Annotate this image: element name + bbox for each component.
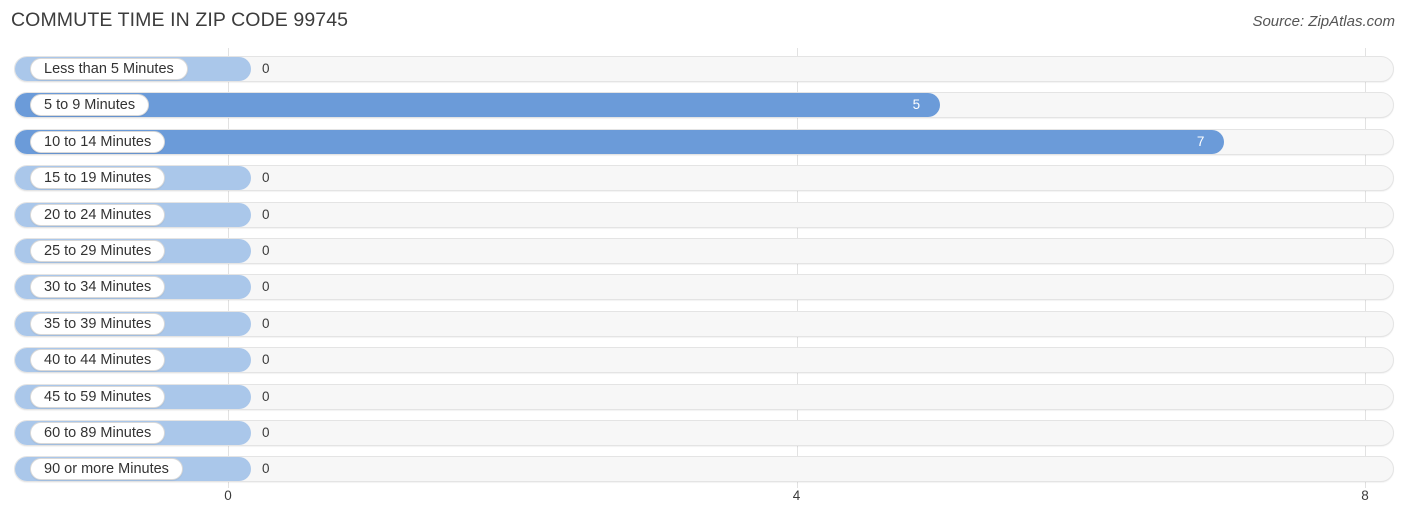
page-title: COMMUTE TIME IN ZIP CODE 99745 — [11, 9, 349, 31]
bar-category-label: 30 to 34 Minutes — [30, 276, 166, 299]
bar-value-label: 0 — [262, 315, 270, 331]
commute-time-bar-chart: COMMUTE TIME IN ZIP CODE 99745 Source: Z… — [0, 0, 1406, 524]
bar-row[interactable]: 20 to 24 Minutes 0 — [14, 201, 1394, 228]
x-axis-tick-label: 4 — [792, 488, 801, 503]
bar-category-label: 20 to 24 Minutes — [30, 203, 166, 226]
bar-category-label: Less than 5 Minutes — [30, 58, 188, 80]
bar-value-label: 5 — [912, 97, 921, 113]
bar-value-label: 0 — [262, 61, 270, 76]
bar-category-label: 40 to 44 Minutes — [30, 349, 166, 372]
bar-value-label: 0 — [262, 461, 270, 477]
bar-fill — [15, 93, 940, 118]
bar-category-label: 5 to 9 Minutes — [30, 94, 150, 117]
bar-value-label: 7 — [1196, 133, 1205, 149]
plot-area: Less than 5 Minutes 0 5 to 9 Minutes 5 10 to… — [0, 48, 1406, 488]
bar-value-label: 0 — [262, 170, 270, 186]
bar-value-label: 0 — [262, 279, 270, 295]
bar-row[interactable]: 5 to 9 Minutes 5 — [14, 92, 1394, 119]
bar-row[interactable]: 15 to 19 Minutes 0 — [14, 165, 1394, 192]
bar-row[interactable]: 45 to 59 Minutes 0 — [14, 383, 1394, 410]
bar-category-label: 35 to 39 Minutes — [30, 312, 166, 335]
bar-row[interactable]: 30 to 34 Minutes 0 — [14, 274, 1394, 301]
bar-row[interactable]: 10 to 14 Minutes 7 — [14, 128, 1394, 155]
bar-fill — [15, 129, 1224, 154]
bar-row[interactable]: Less than 5 Minutes 0 — [14, 56, 1394, 82]
bar-row[interactable]: 60 to 89 Minutes 0 — [14, 420, 1394, 446]
x-axis-tick-label: 8 — [1361, 488, 1369, 503]
bar-category-label: 25 to 29 Minutes — [30, 240, 166, 262]
bar-category-label: 10 to 14 Minutes — [30, 130, 166, 153]
bar-value-label: 0 — [262, 206, 270, 222]
bar-category-label: 45 to 59 Minutes — [30, 385, 166, 408]
bar-category-label: 15 to 19 Minutes — [30, 167, 166, 190]
bar-category-label: 60 to 89 Minutes — [30, 422, 166, 444]
bar-value-label: 0 — [262, 425, 270, 440]
bar-value-label: 0 — [262, 388, 270, 404]
bar-row[interactable]: 90 or more Minutes 0 — [14, 456, 1394, 483]
bar-value-label: 0 — [262, 352, 270, 368]
x-axis-tick-label: 0 — [224, 488, 232, 503]
bar-value-label: 0 — [262, 243, 270, 258]
bar-row[interactable]: 35 to 39 Minutes 0 — [14, 310, 1394, 337]
source-attribution: Source: ZipAtlas.com — [1252, 13, 1395, 30]
bar-row[interactable]: 25 to 29 Minutes 0 — [14, 238, 1394, 264]
bar-category-label: 90 or more Minutes — [30, 458, 183, 481]
x-axis: 0 4 8 — [0, 488, 1406, 524]
bar-row[interactable]: 40 to 44 Minutes 0 — [14, 347, 1394, 374]
